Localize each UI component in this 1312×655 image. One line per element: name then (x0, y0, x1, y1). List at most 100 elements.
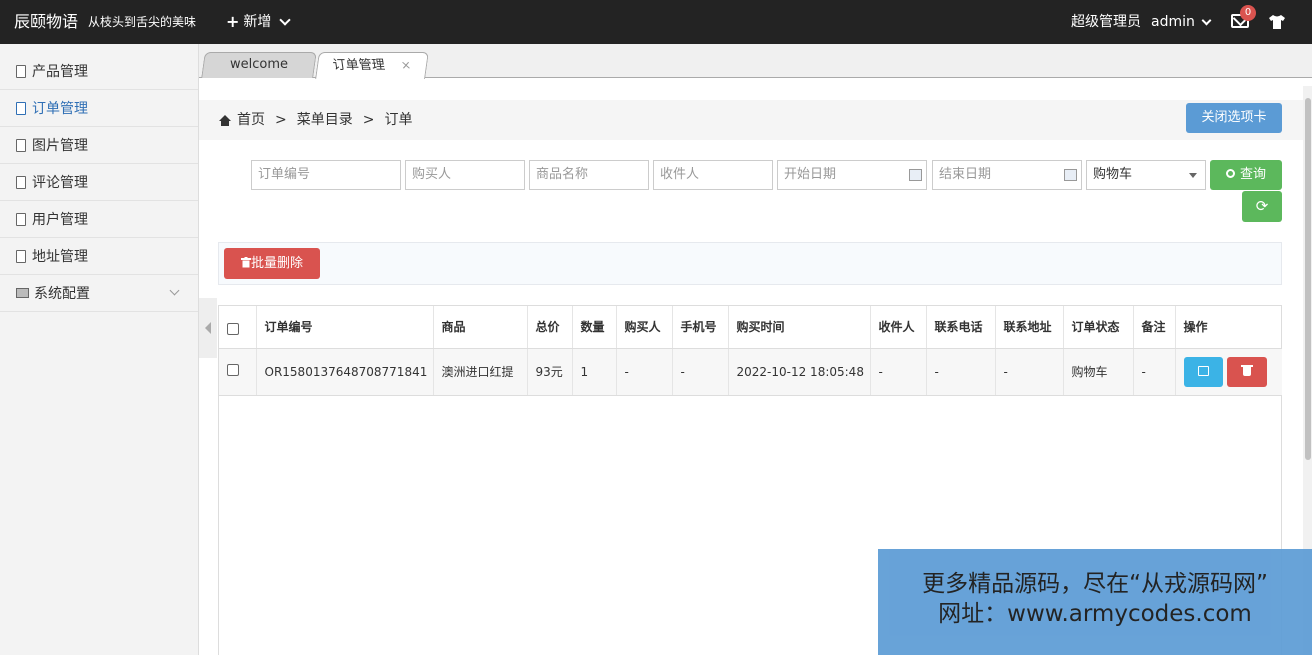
sidebar-item-users[interactable]: 用户管理 (0, 201, 198, 238)
sidebar-item-addresses[interactable]: 地址管理 (0, 238, 198, 275)
table-row[interactable]: OR1580137648708771841 澳洲进口红提 93元 1 - - 2… (219, 348, 1282, 396)
order-status-select[interactable]: 购物车 (1086, 160, 1206, 190)
sidebar-collapse-toggle[interactable] (199, 298, 217, 358)
sidebar-item-label: 产品管理 (32, 64, 88, 80)
search-icon (1225, 169, 1235, 178)
home-icon (219, 114, 231, 126)
table-toolbar (218, 242, 1282, 285)
cell-phone: - (672, 348, 729, 396)
close-icon[interactable]: × (399, 53, 412, 77)
sidebar-item-label: 评论管理 (32, 175, 88, 191)
column-header[interactable]: 购买时间 (728, 306, 871, 349)
cell-purchase-time: 2022-10-12 18:05:48 (728, 348, 871, 396)
sidebar-item-system-config[interactable]: 系统配置 (0, 275, 198, 312)
breadcrumb-home[interactable]: 首页 (237, 100, 265, 140)
start-date-placeholder: 开始日期 (784, 167, 837, 182)
user-menu[interactable]: admin (1151, 0, 1212, 44)
end-date-input[interactable]: 结束日期 (932, 160, 1082, 190)
top-navbar: 辰颐物语 从枝头到舌尖的美味 + 新增 超级管理员 admin 0 (0, 0, 1312, 44)
column-header[interactable]: 商品 (433, 306, 528, 349)
file-icon (16, 249, 26, 263)
column-header[interactable]: 手机号 (672, 306, 729, 349)
tab-order-management[interactable]: 订单管理 × (315, 52, 429, 79)
caret-down-icon (1189, 173, 1197, 178)
end-date-placeholder: 结束日期 (939, 167, 992, 182)
sidebar-item-products[interactable]: 产品管理 (0, 53, 198, 90)
trash-icon (240, 257, 251, 268)
column-header[interactable]: 联系电话 (926, 306, 996, 349)
order-number-input[interactable]: 订单编号 (251, 160, 401, 190)
watermark-line-2: 网址：www.armycodes.com (938, 601, 1252, 627)
cell-order-number: OR1580137648708771841 (256, 348, 434, 396)
image-icon (16, 288, 29, 298)
chevron-down-icon (1201, 15, 1212, 25)
column-header[interactable]: 订单状态 (1063, 306, 1134, 349)
new-menu-button[interactable]: + 新增 (226, 0, 292, 44)
select-all-cell (219, 306, 257, 349)
tab-bar: welcome 订单管理 × (199, 44, 1312, 79)
view-image-button[interactable] (1183, 356, 1223, 387)
refresh-icon: ⟳ (1255, 197, 1269, 215)
bulk-delete-label: 批量删除 (250, 256, 303, 271)
row-checkbox[interactable] (227, 364, 239, 376)
theme-shirt-icon[interactable] (1268, 14, 1286, 30)
column-header[interactable]: 备注 (1133, 306, 1176, 349)
buyer-input[interactable]: 购买人 (405, 160, 525, 190)
breadcrumb: 首页 > 菜单目录 > 订单 (219, 100, 412, 140)
column-header: 操作 (1175, 306, 1282, 349)
calendar-icon (1064, 169, 1077, 181)
watermark-banner: 更多精品源码，尽在“从戎源码网” 网址：www.armycodes.com (878, 549, 1312, 655)
query-button[interactable]: 查询 (1210, 160, 1282, 190)
close-tab-button[interactable]: 关闭选项卡 (1186, 103, 1282, 133)
sidebar: 产品管理 订单管理 图片管理 评论管理 用户管理 地址管理 系统配置 (0, 44, 199, 655)
user-role: 超级管理员 (1071, 14, 1141, 30)
calendar-icon (909, 169, 922, 181)
product-name-input[interactable]: 商品名称 (529, 160, 649, 190)
row-select-cell (219, 348, 257, 396)
bulk-delete-button[interactable]: 批量删除 (224, 248, 320, 279)
query-button-label: 查询 (1239, 167, 1266, 182)
start-date-input[interactable]: 开始日期 (777, 160, 927, 190)
sidebar-item-orders[interactable]: 订单管理 (0, 90, 198, 127)
tab-welcome[interactable]: welcome (201, 52, 317, 78)
tab-label: 订单管理 (331, 58, 386, 73)
mail-count-badge: 0 (1240, 5, 1256, 21)
brand-title[interactable]: 辰颐物语 (14, 0, 78, 44)
delete-row-button[interactable] (1226, 356, 1267, 387)
tab-label: welcome (229, 57, 288, 72)
column-header[interactable]: 总价 (527, 306, 573, 349)
cell-total-price: 93元 (527, 348, 573, 396)
cell-contact-phone: - (926, 348, 996, 396)
column-header[interactable]: 订单编号 (256, 306, 434, 349)
column-header[interactable]: 收件人 (870, 306, 927, 349)
breadcrumb-current: 订单 (384, 112, 413, 128)
cell-buyer: - (616, 348, 673, 396)
breadcrumb-bar: 首页 > 菜单目录 > 订单 (199, 100, 1303, 140)
vertical-scrollbar-thumb[interactable] (1305, 98, 1311, 460)
sidebar-item-label: 系统配置 (34, 286, 90, 302)
cell-order-status: 购物车 (1063, 348, 1134, 396)
select-all-checkbox[interactable] (227, 323, 239, 336)
refresh-button[interactable]: ⟳ (1242, 191, 1282, 222)
table-header-row: 订单编号 商品 总价 数量 购买人 手机号 购买时间 收件人 联系电话 联系地址… (219, 306, 1282, 349)
breadcrumb-menu[interactable]: 菜单目录 (297, 100, 353, 140)
receiver-input[interactable]: 收件人 (653, 160, 773, 190)
cell-product: 澳洲进口红提 (433, 348, 528, 396)
column-header[interactable]: 购买人 (616, 306, 673, 349)
cell-quantity: 1 (572, 348, 617, 396)
file-icon (16, 212, 26, 226)
order-status-value: 购物车 (1093, 167, 1133, 182)
sidebar-item-comments[interactable]: 评论管理 (0, 164, 198, 201)
breadcrumb-separator: > (275, 112, 287, 128)
cell-receiver: - (870, 348, 927, 396)
sidebar-item-images[interactable]: 图片管理 (0, 127, 198, 164)
file-icon (16, 101, 26, 115)
chevron-down-icon (279, 14, 292, 26)
chevron-down-icon (169, 285, 180, 296)
sidebar-item-label: 图片管理 (32, 138, 88, 154)
new-menu-label: 新增 (243, 14, 272, 30)
column-header[interactable]: 数量 (572, 306, 617, 349)
column-header[interactable]: 联系地址 (995, 306, 1064, 349)
sidebar-item-label: 订单管理 (32, 101, 88, 117)
cell-actions (1175, 348, 1282, 396)
